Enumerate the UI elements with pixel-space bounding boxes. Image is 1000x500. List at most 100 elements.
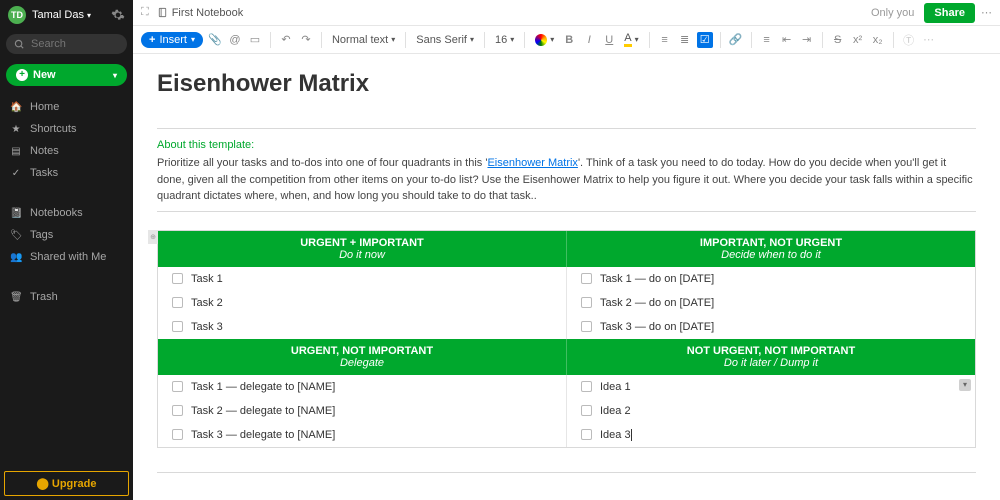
expand-icon[interactable]: ⛶ [141, 6, 149, 19]
subscript-icon[interactable]: x₂ [870, 32, 886, 48]
redo-icon[interactable]: ↷ [298, 32, 314, 48]
task-text: Task 3 — delegate to [NAME] [191, 429, 335, 441]
editor[interactable]: Eisenhower Matrix About this template: P… [133, 54, 1000, 500]
table-handle-icon[interactable]: ⊕ [148, 230, 158, 244]
sidebar-item-tags[interactable]: 🏷Tags [0, 224, 133, 246]
superscript-icon[interactable]: x² [850, 32, 866, 48]
undo-icon[interactable]: ↶ [278, 32, 294, 48]
checkbox[interactable] [172, 405, 183, 416]
attach-icon[interactable]: 📎 [207, 32, 223, 48]
user-menu[interactable]: Tamal Das▾ [32, 9, 105, 21]
quadrant-cell-q4[interactable]: ▾ Idea 1 Idea 2 Idea 3 [567, 375, 975, 447]
bold-icon[interactable]: B [561, 32, 577, 48]
task-text: Idea 2 [600, 405, 631, 417]
strikethrough-icon[interactable]: S [830, 32, 846, 48]
clear-format-icon[interactable]: Ⓣ [901, 32, 917, 48]
bullet-list-icon[interactable]: ≡ [657, 32, 673, 48]
cell-handle-icon[interactable]: ▾ [959, 379, 971, 391]
calendar-icon[interactable]: ▭ [247, 32, 263, 48]
task-row[interactable]: Task 3 [158, 315, 566, 339]
plus-icon: + [149, 34, 155, 46]
task-row[interactable]: Task 1 — delegate to [NAME] [158, 375, 566, 399]
new-button[interactable]: + New ▾ [6, 64, 127, 86]
numbered-list-icon[interactable]: ≣ [677, 32, 693, 48]
checkbox[interactable] [581, 429, 592, 440]
quadrant-cell-q1[interactable]: Task 1 Task 2 Task 3 [158, 267, 567, 339]
sidebar-item-tasks[interactable]: ✓Tasks [0, 162, 133, 184]
insert-button[interactable]: +Insert ▾ [141, 32, 203, 48]
more-icon[interactable]: ⋯ [981, 6, 992, 19]
visibility-label: Only you [871, 7, 914, 19]
font-select[interactable]: Sans Serif▾ [413, 34, 477, 46]
task-text: Idea 1 [600, 381, 631, 393]
quadrant-header-q3: URGENT, NOT IMPORTANTDelegate [158, 339, 567, 375]
task-text: Task 1 — delegate to [NAME] [191, 381, 335, 393]
outdent-icon[interactable]: ⇤ [779, 32, 795, 48]
avatar[interactable]: TD [8, 6, 26, 24]
paragraph-style-select[interactable]: Normal text▾ [329, 34, 398, 46]
checkbox[interactable] [581, 297, 592, 308]
sidebar-item-notebooks[interactable]: 📓Notebooks [0, 202, 133, 224]
upgrade-button[interactable]: ⬤ Upgrade [4, 471, 129, 496]
task-text: Task 2 [191, 297, 223, 309]
underline-icon[interactable]: U [601, 32, 617, 48]
notebook-breadcrumb[interactable]: First Notebook [157, 7, 244, 19]
task-row[interactable]: Task 3 — do on [DATE] [567, 315, 975, 339]
text-color-picker[interactable]: ▾ [532, 34, 557, 46]
quadrant-cell-q3[interactable]: Task 1 — delegate to [NAME] Task 2 — dele… [158, 375, 567, 447]
at-icon[interactable]: @ [227, 32, 243, 48]
task-row[interactable]: Idea 2 [567, 399, 975, 423]
chevron-down-icon: ▾ [87, 11, 91, 20]
notebook-icon [157, 7, 168, 18]
task-row[interactable]: Idea 3 [567, 423, 975, 447]
sidebar: TD Tamal Das▾ + New ▾ 🏠Home★Shortcuts▤No… [0, 0, 133, 500]
task-row[interactable]: Task 1 — do on [DATE] [567, 267, 975, 291]
task-row[interactable]: Task 2 [158, 291, 566, 315]
sidebar-item-notes[interactable]: ▤Notes [0, 140, 133, 162]
task-text: Idea 3 [600, 429, 632, 441]
task-text: Task 1 — do on [DATE] [600, 273, 714, 285]
people-icon: 👥 [10, 252, 22, 263]
checkbox[interactable] [581, 273, 592, 284]
search-input[interactable] [6, 34, 127, 54]
trash-icon: 🗑 [10, 292, 22, 303]
eisenhower-table[interactable]: ⊕ URGENT + IMPORTANTDo it now IMPORTANT,… [157, 230, 976, 448]
checklist-icon[interactable]: ☑ [697, 32, 713, 48]
checkbox[interactable] [172, 429, 183, 440]
note-title[interactable]: Eisenhower Matrix [157, 70, 976, 98]
task-row[interactable]: Task 1 [158, 267, 566, 291]
sidebar-item-shortcuts[interactable]: ★Shortcuts [0, 118, 133, 140]
gear-icon[interactable] [111, 8, 125, 22]
search-icon [14, 39, 25, 50]
sidebar-item-shared-with-me[interactable]: 👥Shared with Me [0, 246, 133, 268]
checkbox[interactable] [581, 321, 592, 332]
sidebar-item-trash[interactable]: 🗑Trash [0, 286, 133, 308]
checkbox[interactable] [581, 381, 592, 392]
highlight-picker[interactable]: A▾ [621, 32, 641, 47]
task-text: Task 2 — do on [DATE] [600, 297, 714, 309]
quadrant-cell-q2[interactable]: Task 1 — do on [DATE] Task 2 — do on [DAT… [567, 267, 975, 339]
font-size-select[interactable]: 16▾ [492, 34, 517, 46]
indent-icon[interactable]: ⇥ [799, 32, 815, 48]
task-text: Task 3 [191, 321, 223, 333]
task-row[interactable]: Task 2 — delegate to [NAME] [158, 399, 566, 423]
task-row[interactable]: Idea 1 [567, 375, 975, 399]
more-format-icon[interactable]: ⋯ [921, 32, 937, 48]
link-icon[interactable]: 🔗 [728, 32, 744, 48]
checkbox[interactable] [172, 273, 183, 284]
checkbox[interactable] [172, 381, 183, 392]
checkbox[interactable] [581, 405, 592, 416]
align-left-icon[interactable]: ≡ [759, 32, 775, 48]
checkbox[interactable] [172, 297, 183, 308]
sidebar-item-home[interactable]: 🏠Home [0, 96, 133, 118]
checkbox[interactable] [172, 321, 183, 332]
chevron-down-icon: ▾ [113, 71, 117, 80]
task-text: Task 2 — delegate to [NAME] [191, 405, 335, 417]
toolbar: +Insert ▾ 📎 @ ▭ ↶ ↷ Normal text▾ Sans Se… [133, 26, 1000, 54]
italic-icon[interactable]: I [581, 32, 597, 48]
eisenhower-link[interactable]: Eisenhower Matrix [487, 157, 577, 169]
about-heading: About this template: [157, 139, 976, 151]
task-row[interactable]: Task 3 — delegate to [NAME] [158, 423, 566, 447]
task-row[interactable]: Task 2 — do on [DATE] [567, 291, 975, 315]
share-button[interactable]: Share [924, 3, 975, 23]
